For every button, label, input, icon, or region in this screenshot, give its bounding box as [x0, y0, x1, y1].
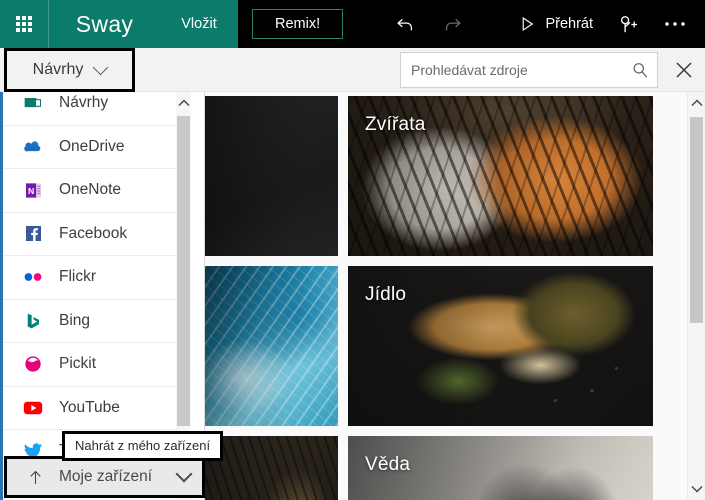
insert-tab[interactable]: Vložit [160, 0, 238, 48]
sidebar-item-label: Návrhy [59, 94, 109, 112]
sidebar-item-bing[interactable]: Bing [3, 299, 190, 343]
top-header-bar: Sway Vložit Remix! Přehrát [0, 0, 705, 48]
youtube-icon [23, 398, 43, 418]
tile-science[interactable]: Věda [348, 436, 653, 500]
content-scrollbar[interactable] [687, 92, 705, 500]
tile-overlay [205, 96, 338, 256]
redo-arrow-icon [446, 18, 461, 31]
app-launcher-grid-icon [16, 16, 32, 32]
bing-icon [23, 311, 43, 331]
sidebar-item-n-vrhy[interactable]: Návrhy [3, 92, 190, 126]
redo-button[interactable] [429, 0, 477, 48]
play-button[interactable]: Přehrát [508, 0, 603, 48]
device-upload-tooltip: Nahrát z mého zařízení [62, 431, 224, 461]
my-device-button[interactable]: Moje zařízení [4, 456, 205, 498]
upload-arrow-icon [25, 467, 45, 487]
sidebar-item-label: Bing [59, 311, 91, 329]
chevron-down-icon [175, 465, 193, 483]
tile-left-water[interactable] [205, 266, 338, 426]
search-button[interactable] [623, 53, 657, 87]
tile-left-rock[interactable] [205, 436, 338, 500]
tile-row: Jídlo [205, 266, 687, 426]
sidebar-item-label: Facebook [59, 224, 128, 242]
tile-grid: Zvířata Jídlo Věda [205, 92, 687, 500]
undo-arrow-icon [397, 18, 413, 31]
sidebar-item-pickit[interactable]: Pickit [3, 343, 190, 387]
play-label: Přehrát [545, 16, 593, 32]
designs-dropdown-button[interactable]: Návrhy [4, 48, 135, 92]
sidebar-item-facebook[interactable]: Facebook [3, 212, 190, 256]
onedrive-cloud-icon [23, 137, 43, 157]
my-device-label: Moje zařízení [59, 468, 153, 485]
tile-caption: Věda [365, 454, 411, 475]
close-panel-button[interactable] [668, 54, 700, 86]
sidebar-item-label: OneDrive [59, 137, 125, 155]
add-person-icon [620, 15, 637, 32]
content-scroll-track[interactable] [688, 114, 705, 478]
sidebar-item-label: YouTube [59, 398, 120, 416]
tile-animals[interactable]: Zvířata [348, 96, 653, 256]
play-triangle-icon [523, 16, 534, 32]
undo-button[interactable] [381, 0, 429, 48]
designs-dropdown-label: Návrhy [32, 61, 84, 78]
remix-button[interactable]: Remix! [252, 8, 344, 40]
sidebar-item-youtube[interactable]: YouTube [3, 386, 190, 430]
tile-row: Zvířata [205, 96, 687, 256]
tile-food[interactable]: Jídlo [348, 266, 653, 426]
tile-left-dark[interactable] [205, 96, 338, 256]
sidebar-item-onenote[interactable]: N OneNote [3, 169, 190, 213]
sway-window: Sway Vložit Remix! Přehrát Návrhy Prohle… [0, 0, 705, 500]
history-controls [381, 0, 477, 48]
suggestions-icon [23, 93, 43, 113]
ellipsis-icon [665, 22, 685, 26]
scroll-up-button[interactable] [688, 92, 705, 114]
more-options-button[interactable] [651, 0, 699, 48]
pickit-icon [23, 354, 43, 374]
sidebar-source-list: Návrhy OneDrive N OneNote Facebook Flickr Bing… [3, 92, 190, 474]
tile-caption: Jídlo [365, 284, 407, 305]
scroll-down-button[interactable] [688, 478, 705, 500]
content-scroll-thumb[interactable] [690, 117, 703, 323]
tile-caption: Zvířata [365, 114, 426, 135]
sidebar-item-label: OneNote [59, 181, 122, 199]
chevron-up-icon [691, 99, 703, 107]
onenote-icon: N [23, 180, 43, 200]
sidebar-item-flickr[interactable]: Flickr [3, 256, 190, 300]
close-x-icon [676, 62, 692, 78]
chevron-up-icon [177, 99, 190, 107]
sidebar-item-onedrive[interactable]: OneDrive [3, 125, 190, 169]
chevron-down-icon [93, 59, 109, 76]
app-launcher-button[interactable] [0, 0, 49, 48]
tile-overlay [205, 266, 338, 426]
sidebar-scroll-thumb[interactable] [177, 116, 190, 426]
sidebar-item-label: Flickr [59, 268, 97, 286]
tile-overlay [205, 436, 338, 500]
sidebar-item-label: Pickit [59, 355, 97, 373]
facebook-icon [23, 224, 43, 244]
sway-app-name[interactable]: Sway [49, 0, 160, 48]
header-right-actions: Přehrát [508, 0, 705, 48]
search-sources-box[interactable] [400, 52, 658, 88]
share-button[interactable] [603, 0, 651, 48]
remix-button-wrap: Remix! [238, 0, 358, 48]
chevron-down-icon [691, 485, 703, 493]
flickr-dots-icon [23, 267, 43, 287]
svg-text:N: N [27, 186, 33, 196]
search-magnifier-icon [633, 63, 648, 78]
sidebar-scroll-up-button[interactable] [176, 92, 191, 114]
tile-row: Věda [205, 436, 687, 500]
search-input[interactable] [401, 53, 623, 87]
